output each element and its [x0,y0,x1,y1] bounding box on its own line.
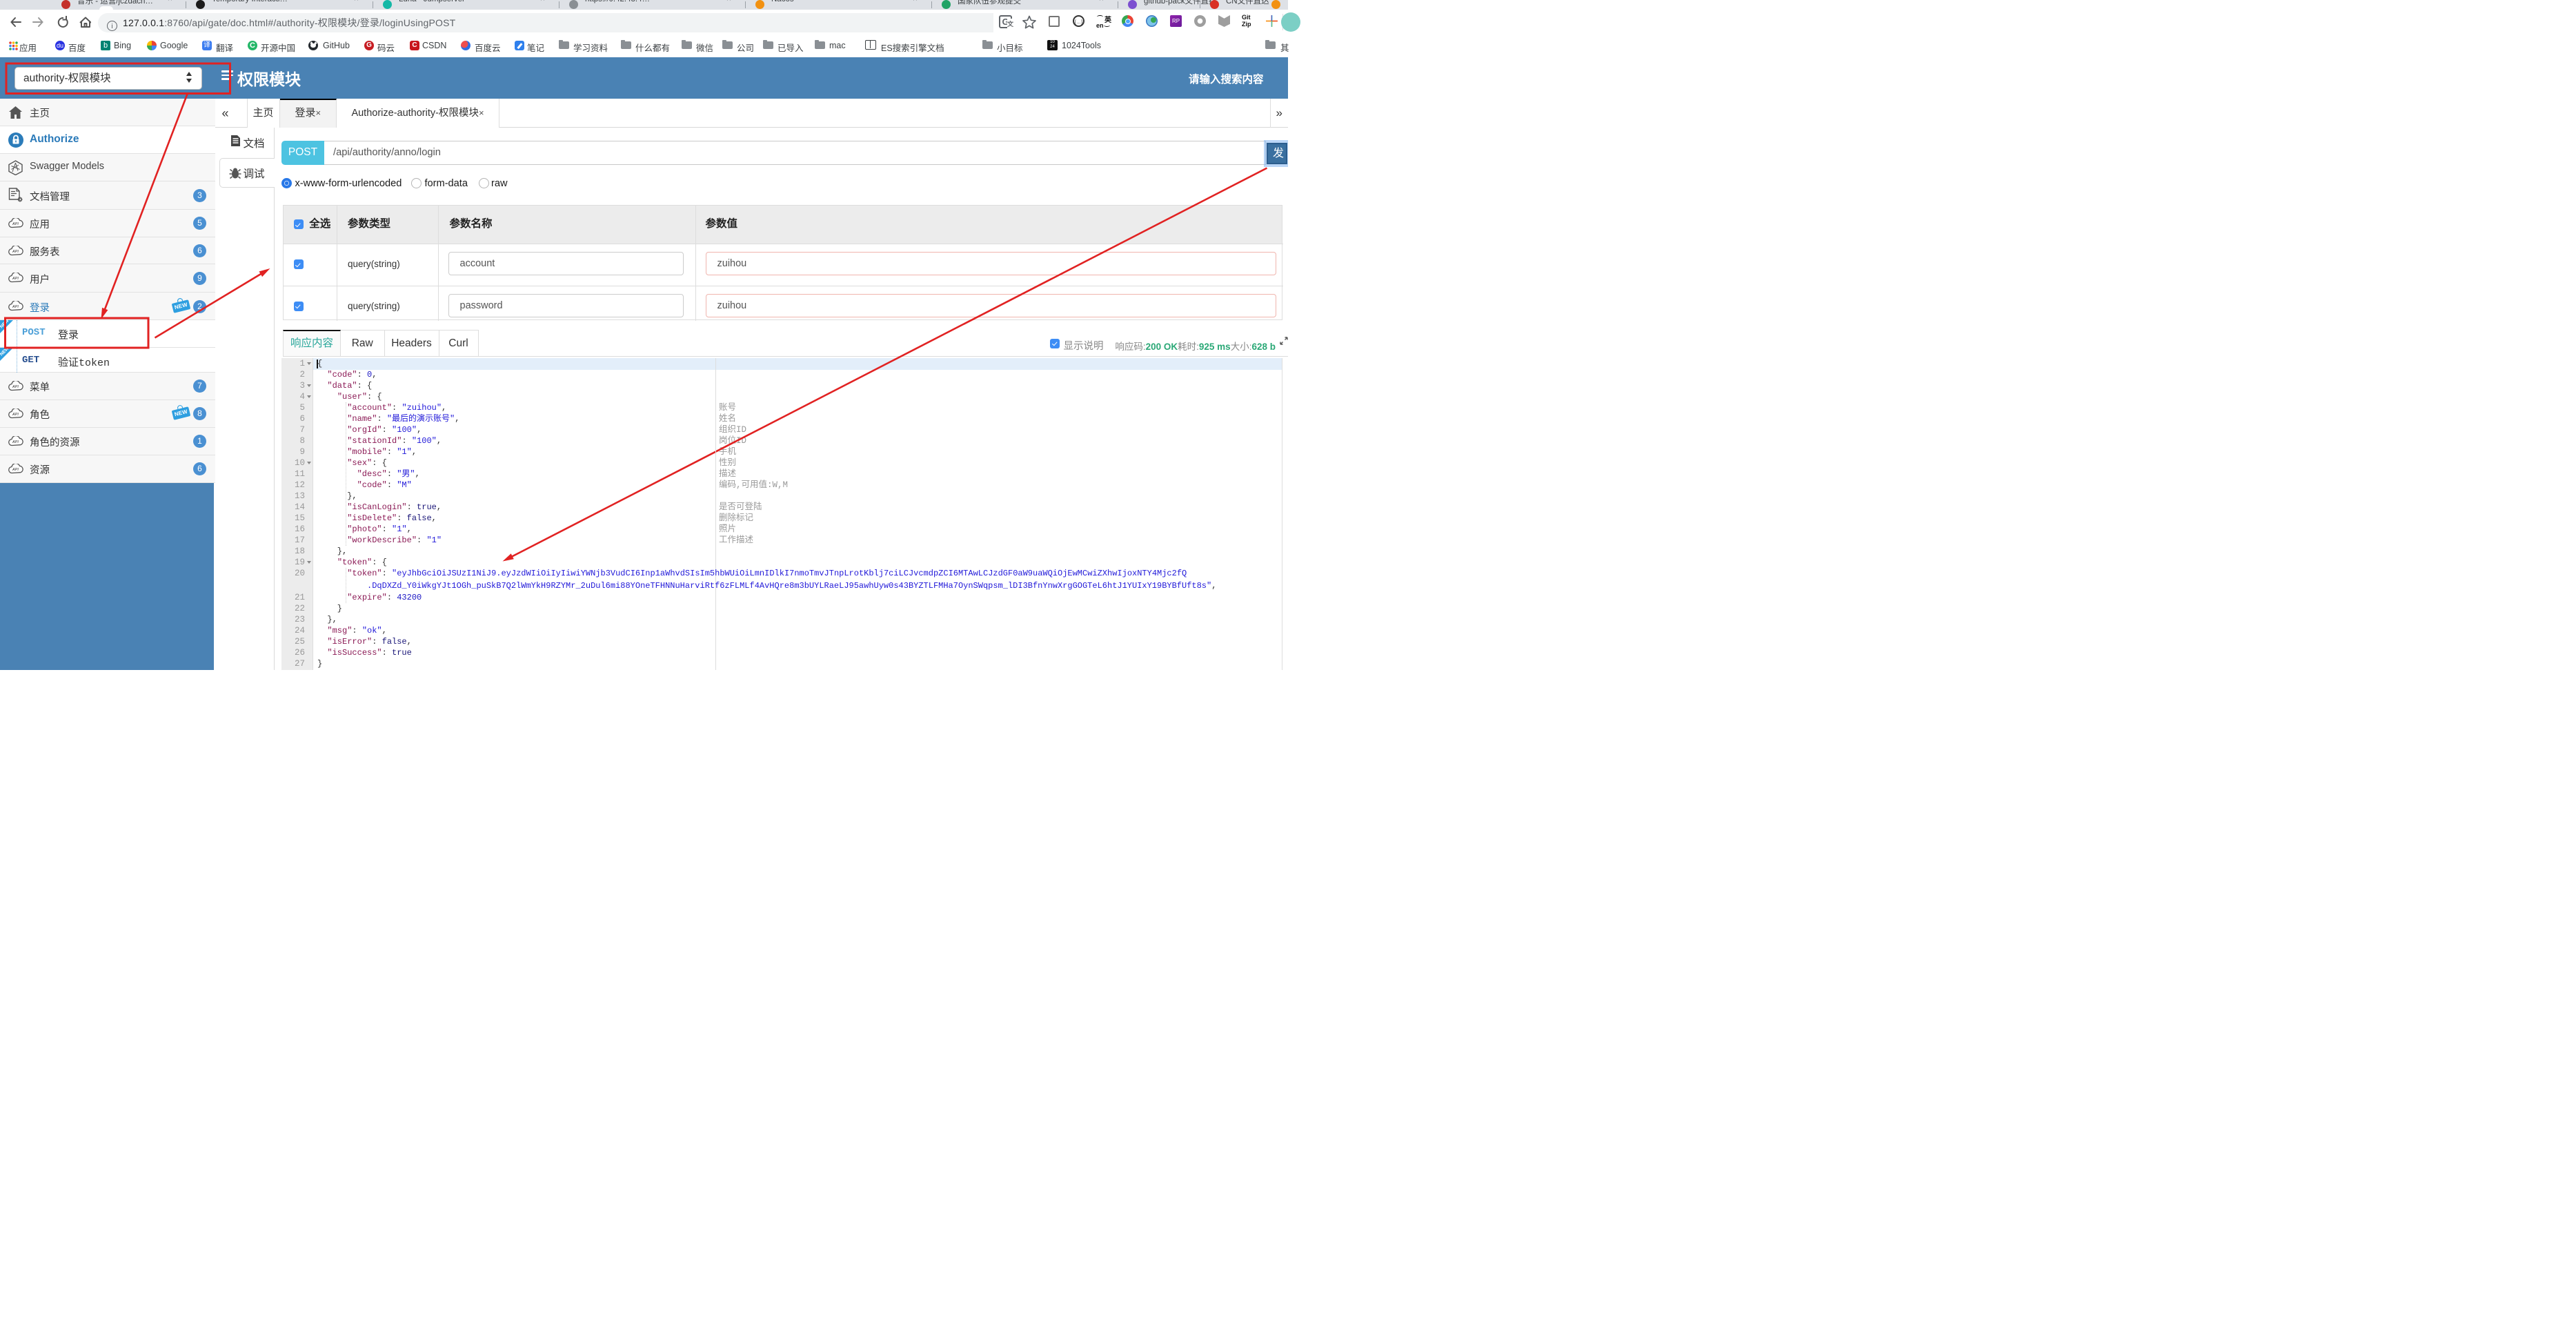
svg-text:API: API [12,222,19,226]
svg-text:API: API [12,385,19,389]
svg-text:API: API [12,250,19,254]
svg-text:API: API [12,277,19,281]
svg-text:API: API [12,305,19,309]
svg-text:API: API [12,413,19,417]
svg-text:API: API [12,468,19,472]
svg-text:API: API [12,440,19,444]
